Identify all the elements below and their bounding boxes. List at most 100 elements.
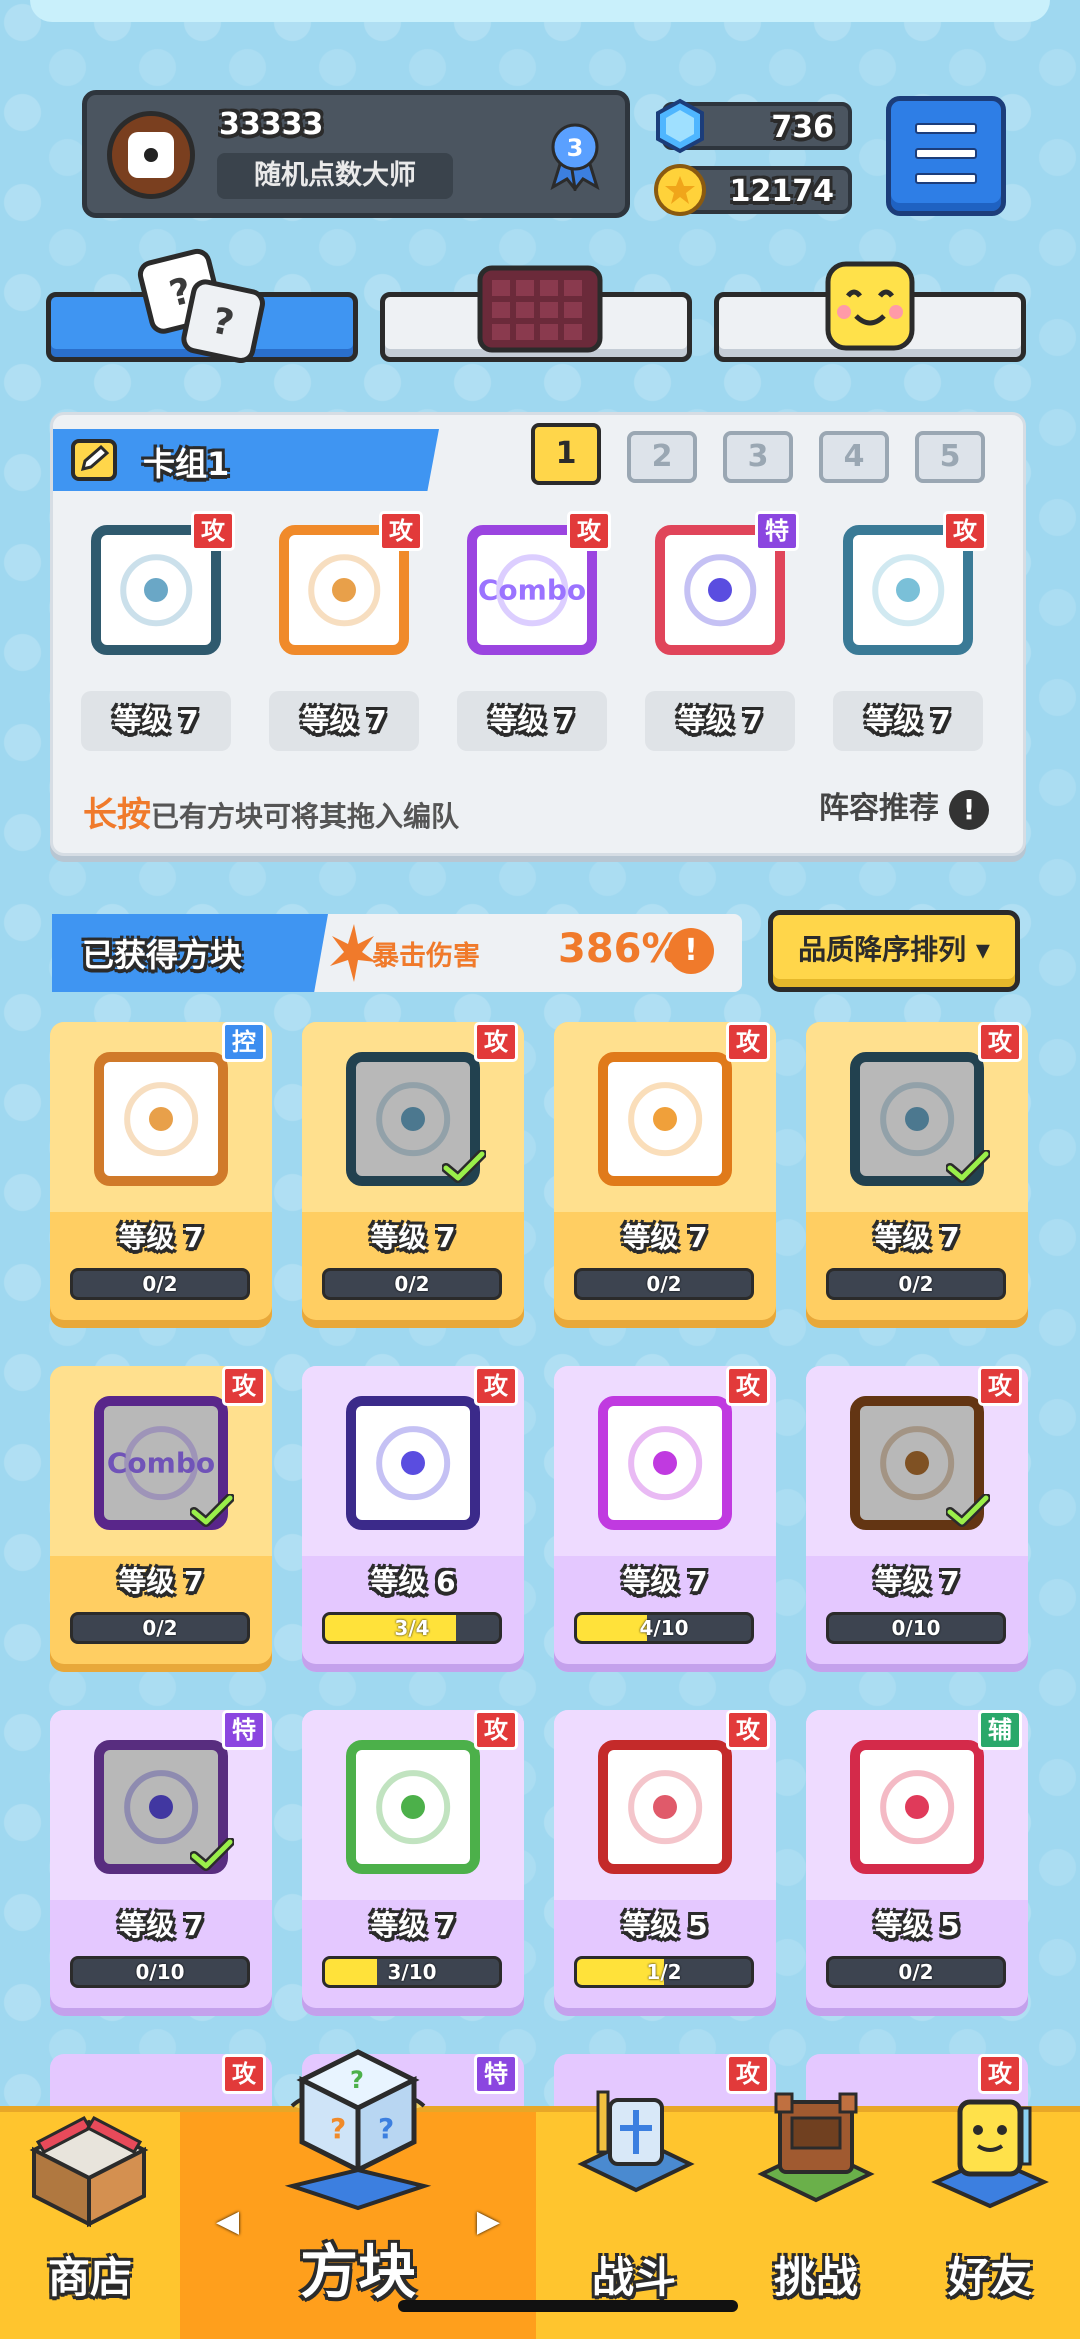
dice-pip	[653, 1107, 677, 1131]
dice-card[interactable]: 攻等级 7 0/2	[302, 1022, 524, 1328]
avatar[interactable]	[107, 111, 195, 199]
progress-text: 0/2	[142, 1272, 178, 1296]
dice-type-tag: 攻	[726, 1366, 770, 1406]
dice-type-tag: 攻	[943, 511, 987, 551]
combo-text: Combo	[106, 1446, 216, 1480]
deck-slot-1[interactable]: 1	[531, 423, 601, 485]
hint-strong: 长按	[83, 795, 151, 835]
gem-icon	[656, 98, 704, 154]
coin-value: 12174	[729, 174, 834, 209]
upgrade-progress-bar: 4/10	[574, 1612, 754, 1644]
dice-card[interactable]: Combo 攻等级 7 0/2	[50, 1366, 272, 1672]
crit-info-icon[interactable]: !	[668, 928, 714, 974]
nav-friends[interactable]: 好友	[900, 2099, 1080, 2339]
card-level: 等级 7	[370, 1909, 456, 1942]
dice-card[interactable]: 辅等级 5 0/2	[806, 1710, 1028, 2016]
svg-text:?: ?	[378, 2112, 394, 2145]
equipped-check-icon	[190, 1494, 234, 1527]
board-grid-icon	[477, 265, 603, 353]
profile-panel[interactable]: 33333 随机点数大师 3	[82, 90, 630, 218]
equipped-check-icon	[190, 1838, 234, 1871]
progress-text: 1/2	[646, 1960, 682, 1984]
deck-slot-5[interactable]: 5	[915, 431, 985, 483]
dice-card[interactable]: 攻等级 7 0/2	[554, 1022, 776, 1328]
progress-text: 3/4	[394, 1616, 430, 1640]
battle-shield-icon	[577, 2090, 695, 2193]
nav-shop[interactable]: 商店	[0, 2112, 180, 2339]
upgrade-progress-bar: 0/10	[70, 1956, 250, 1988]
dice-card[interactable]: 攻等级 6 3/4	[302, 1366, 524, 1672]
challenge-gate-icon	[757, 2092, 875, 2203]
dice-type-tag: 攻	[978, 1022, 1022, 1062]
deck-dice-card[interactable]: Combo 攻	[457, 511, 611, 675]
drag-hint: 长按已有方块可将其拖入编队	[83, 787, 459, 836]
card-level: 等级 7	[622, 1565, 708, 1598]
dice-pip	[896, 578, 920, 602]
dice-type-tag: 攻	[191, 511, 235, 551]
smiley-emote-icon	[825, 261, 915, 351]
dice-card[interactable]: 攻等级 7 0/2	[806, 1022, 1028, 1328]
dice-card[interactable]: 攻等级 7 3/10	[302, 1710, 524, 2016]
dice-card[interactable]: 攻等级 7 4/10	[554, 1366, 776, 1672]
shop-stall-icon	[29, 2116, 149, 2228]
dice-type-tag: 攻	[567, 511, 611, 551]
dice-type-tag: 攻	[978, 1366, 1022, 1406]
deck-slot-2[interactable]: 2	[627, 431, 697, 483]
dice-type-tag: 特	[755, 511, 799, 551]
obtained-header: 已获得方块 暴击伤害 386% !	[52, 914, 742, 992]
nav-shop-label: 商店	[47, 2253, 132, 2302]
dice-pip	[653, 1795, 677, 1819]
deck-slot-3[interactable]: 3	[723, 431, 793, 483]
recommend-lineup-button[interactable]: 阵容推荐!	[819, 783, 989, 830]
rank-badge-icon[interactable]: 3	[547, 121, 603, 191]
menu-button[interactable]	[886, 96, 1006, 216]
dice-face	[346, 1396, 480, 1530]
svg-text:?: ?	[350, 2066, 364, 2094]
upgrade-progress-bar: 3/4	[322, 1612, 502, 1644]
upgrade-progress-bar: 0/2	[826, 1956, 1006, 1988]
card-level: 等级 7	[118, 1909, 204, 1942]
dice-pip	[149, 1107, 173, 1131]
dice-card[interactable]: 控等级 7 0/2	[50, 1022, 272, 1328]
deck-dice-card[interactable]: 攻	[833, 511, 987, 675]
dice-type-tag: 辅	[978, 1710, 1022, 1750]
deck-panel: 卡组1 12345 攻等级 7 攻等级 7 Combo 攻等级 7 特等级 7 攻等级 7…	[50, 412, 1026, 856]
upgrade-progress-bar: 0/2	[70, 1268, 250, 1300]
card-level: 等级 7	[118, 1221, 204, 1254]
deck-dice-card[interactable]: 特	[645, 511, 799, 675]
dice-card[interactable]: 特等级 7 0/10	[50, 1710, 272, 2016]
deck-title: 卡组1	[143, 445, 230, 483]
info-icon[interactable]: !	[949, 789, 989, 830]
card-level: 等级 6	[370, 1565, 456, 1598]
nav-challenge-label: 挑战	[773, 2253, 858, 2302]
nav-challenge[interactable]: 挑战	[732, 2092, 900, 2339]
progress-text: 0/2	[142, 1616, 178, 1640]
dice-card[interactable]: 攻等级 7 0/10	[806, 1366, 1028, 1672]
progress-text: 0/2	[898, 1960, 934, 1984]
dice-type-tag: 攻	[474, 1710, 518, 1750]
deck-level-pill: 等级 7	[645, 691, 795, 751]
sort-dropdown[interactable]: 品质降序排列 ▾	[768, 910, 1020, 992]
dice-pip	[708, 578, 732, 602]
dice-card[interactable]: 攻等级 5 1/2	[554, 1710, 776, 2016]
upgrade-progress-bar: 3/10	[322, 1956, 502, 1988]
progress-text: 0/2	[646, 1272, 682, 1296]
crit-value: 386%	[558, 926, 682, 972]
equipped-check-icon	[946, 1494, 990, 1527]
dice-face	[598, 1052, 732, 1186]
deck-dice-card[interactable]: 攻	[81, 511, 235, 675]
deck-level-pill: 等级 7	[833, 691, 983, 751]
dice-type-tag: 特	[474, 2054, 518, 2094]
dice-type-tag: 特	[222, 1710, 266, 1750]
deck-title-bar[interactable]: 卡组1	[53, 429, 439, 491]
deck-dice-card[interactable]: 攻	[269, 511, 423, 675]
dice-type-tag: 攻	[474, 1366, 518, 1406]
pencil-edit-icon[interactable]	[71, 439, 117, 481]
upgrade-progress-bar: 0/2	[322, 1268, 502, 1300]
upgrade-progress-bar: 0/2	[826, 1268, 1006, 1300]
dice-type-tag: 攻	[726, 1710, 770, 1750]
deck-slot-4[interactable]: 4	[819, 431, 889, 483]
combo-text: Combo	[477, 573, 587, 607]
rank-number: 3	[567, 134, 584, 162]
dice-face	[850, 1740, 984, 1874]
